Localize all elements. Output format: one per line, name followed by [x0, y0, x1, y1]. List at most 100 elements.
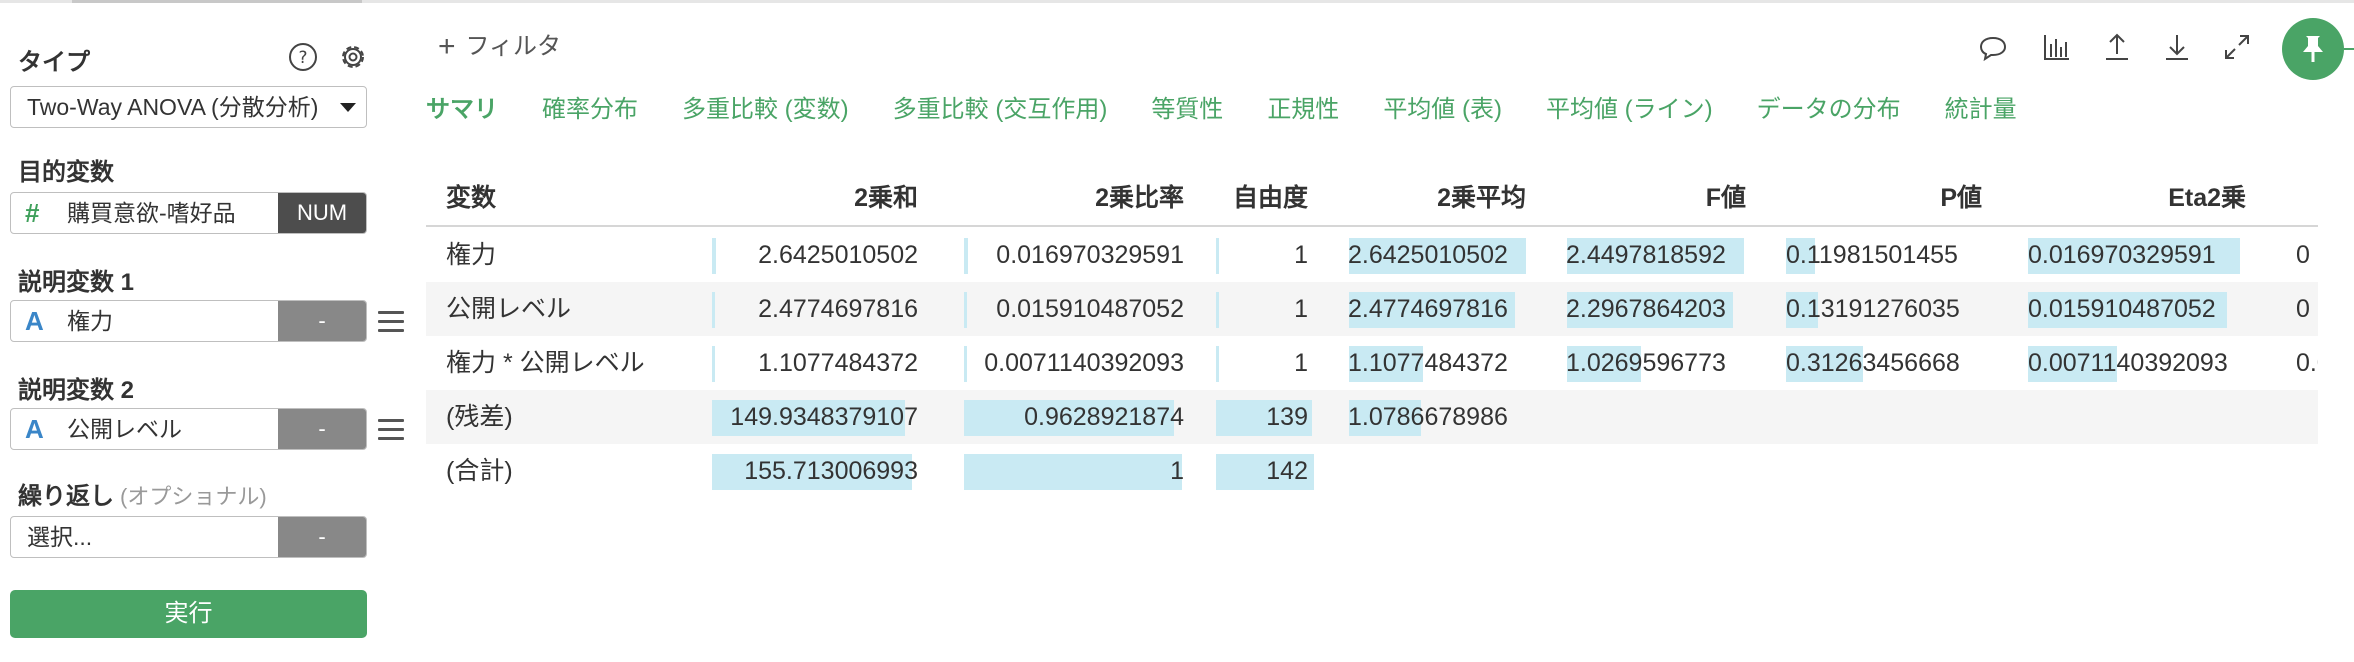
analysis-type-value: Two-Way ANOVA (分散分析)	[27, 94, 319, 120]
type-tag-dash[interactable]: -	[278, 517, 366, 557]
repeat-field[interactable]: 選択... -	[10, 516, 367, 558]
menu-icon[interactable]	[378, 419, 404, 441]
column-header-variable[interactable]: 変数	[446, 172, 496, 224]
table-cell: 0.015910487052	[996, 295, 1184, 323]
explanatory-variable-2-label: 説明変数 2	[18, 377, 135, 404]
tab-summary[interactable]: サマリ	[426, 92, 498, 132]
tab-mean-line[interactable]: 平均値 (ライン)	[1546, 92, 1713, 132]
download-icon[interactable]	[2160, 30, 2194, 64]
row-label: 権力 * 公開レベル	[446, 349, 645, 377]
table-row: 権力 2.6425010502 0.016970329591 1 2.642501050…	[426, 228, 2318, 282]
plus-icon: +	[438, 30, 456, 63]
tab-homogeneity[interactable]: 等質性	[1151, 92, 1223, 132]
tab-mean-table[interactable]: 平均値 (表)	[1383, 92, 1502, 132]
table-row: (残差) 149.9348379107 0.9628921874 139 1.07866…	[426, 390, 2318, 444]
table-cell	[1786, 390, 1982, 444]
table-cell: 0.0071140392093	[2028, 349, 2228, 377]
tab-probability-distribution[interactable]: 確率分布	[542, 92, 638, 132]
chart-icon[interactable]	[2040, 30, 2074, 64]
anova-summary-table: 変数 2乗和 2乗比率 自由度 2乗平均 F値 P値 Eta2乗 権力 2.6425010502…	[426, 172, 2318, 532]
row-label: 権力	[446, 241, 497, 269]
pin-connector	[2344, 48, 2354, 50]
character-type-icon: A	[25, 414, 44, 444]
gear-icon[interactable]	[336, 40, 370, 74]
repeat-placeholder: 選択...	[27, 524, 93, 550]
tab-normality[interactable]: 正規性	[1267, 92, 1339, 132]
column-header-f-value[interactable]: F値	[1558, 172, 1746, 224]
row-label: 公開レベル	[446, 295, 572, 323]
upload-icon[interactable]	[2100, 30, 2134, 64]
type-tag-num[interactable]: NUM	[278, 193, 366, 233]
repeat-label: 繰り返し (オプショナル)	[18, 476, 267, 511]
table-cell: 1.1077484372	[758, 349, 918, 377]
table-header: 変数 2乗和 2乗比率 自由度 2乗平均 F値 P値 Eta2乗	[426, 172, 2318, 227]
table-cell: 2.4497818592	[1566, 241, 1726, 269]
column-header-ss-ratio[interactable]: 2乗比率	[961, 172, 1184, 224]
table-cell: 2.6425010502	[758, 241, 918, 269]
table-cell: 2.4774697816	[1348, 295, 1508, 323]
table-cell	[1558, 390, 1746, 444]
explanatory-variable-2-field[interactable]: A 公開レベル -	[10, 408, 367, 450]
tab-data-distribution[interactable]: データの分布	[1757, 92, 1901, 132]
table-row: 公開レベル 2.4774697816 0.015910487052 1 2.477469…	[426, 282, 2318, 336]
table-row: 権力 * 公開レベル 1.1077484372 0.0071140392093 1 1.…	[426, 336, 2318, 390]
filter-button[interactable]: + フィルタ	[438, 30, 561, 64]
table-cell: 149.9348379107	[730, 403, 918, 431]
help-icon[interactable]: ?	[286, 40, 320, 74]
tab-statistics[interactable]: 統計量	[1945, 92, 2017, 132]
target-variable-field[interactable]: # 購買意欲-嗜好品 NUM	[10, 192, 367, 234]
row-label: (合計)	[446, 457, 513, 485]
table-cell: 0.11981501455	[1786, 241, 1958, 269]
caret-down-icon	[340, 103, 356, 112]
character-type-icon: A	[25, 306, 44, 336]
table-cell: 0.0	[2296, 349, 2318, 377]
table-cell: 139	[1266, 403, 1308, 431]
target-variable-label: 目的変数	[18, 159, 114, 186]
table-cell	[2016, 444, 2246, 498]
type-tag-dash[interactable]: -	[278, 409, 366, 449]
explanatory-variable-1-field[interactable]: A 権力 -	[10, 300, 367, 342]
table-cell: 0	[2296, 241, 2310, 269]
numeric-type-icon: #	[25, 198, 40, 228]
table-cell: 1	[1294, 241, 1308, 269]
table-cell	[2016, 390, 2246, 444]
table-cell: 0.015910487052	[2028, 295, 2216, 323]
result-tabs: サマリ 確率分布 多重比較 (変数) 多重比較 (交互作用) 等質性 正規性 平…	[426, 92, 2061, 132]
explanatory-variable-2-name: 公開レベル	[67, 416, 182, 442]
table-cell: 0.016970329591	[2028, 241, 2216, 269]
explanatory-variable-1-name: 権力	[67, 308, 113, 334]
column-header-sum-of-squares[interactable]: 2乗和	[709, 172, 918, 224]
tab-multiple-comparison-variable[interactable]: 多重比較 (変数)	[682, 92, 849, 132]
comment-icon[interactable]	[1976, 30, 2010, 64]
menu-icon[interactable]	[378, 311, 404, 333]
column-header-eta-squared[interactable]: Eta2乗	[2016, 172, 2246, 224]
run-button[interactable]: 実行	[10, 590, 367, 638]
table-cell	[1786, 444, 1982, 498]
table-cell: 1.0269596773	[1566, 349, 1726, 377]
table-cell: 0.31263456668	[1786, 349, 1960, 377]
tab-multiple-comparison-interaction[interactable]: 多重比較 (交互作用)	[893, 92, 1108, 132]
type-label: タイプ	[18, 49, 90, 76]
explanatory-variable-1-label: 説明変数 1	[18, 269, 135, 296]
column-header-degrees-of-freedom[interactable]: 自由度	[1216, 172, 1308, 224]
table-cell: 0.9628921874	[1024, 403, 1184, 431]
table-cell: 0	[2296, 295, 2310, 323]
pin-icon	[2303, 36, 2323, 62]
type-tag-dash[interactable]: -	[278, 301, 366, 341]
table-cell: 1.0786678986	[1348, 403, 1508, 431]
table-cell: 1.1077484372	[1348, 349, 1508, 377]
row-label: (残差)	[446, 403, 513, 431]
settings-sidebar: タイプ ? Two-Way ANOVA (分散分析) 目的変数 # 購買意欲-嗜…	[0, 0, 420, 662]
pin-button[interactable]	[2282, 18, 2344, 80]
svg-text:?: ?	[298, 48, 307, 68]
column-header-p-value[interactable]: P値	[1786, 172, 1982, 224]
table-cell: 155.713006993	[744, 457, 918, 485]
table-cell: 2.4774697816	[758, 295, 918, 323]
analysis-type-select[interactable]: Two-Way ANOVA (分散分析)	[10, 86, 367, 128]
table-cell: 0.13191276035	[1786, 295, 1960, 323]
filter-label: フィルタ	[465, 33, 562, 60]
table-cell: 0.016970329591	[996, 241, 1184, 269]
column-header-mean-square[interactable]: 2乗平均	[1338, 172, 1526, 224]
table-cell	[1558, 444, 1746, 498]
expand-icon[interactable]	[2220, 30, 2254, 64]
